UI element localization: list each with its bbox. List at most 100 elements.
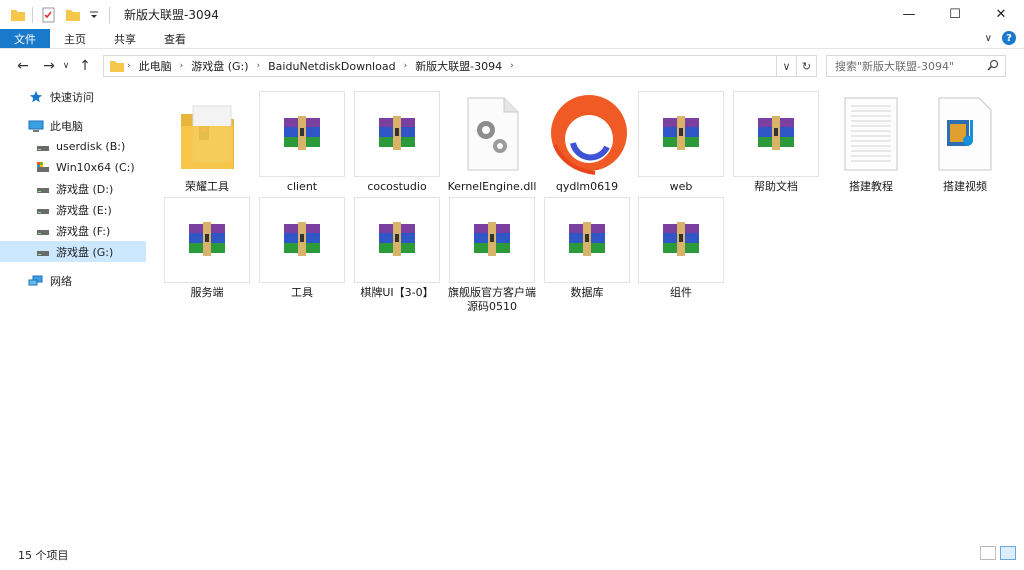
ribbon-tabs: 文件 主页 共享 查看 ∨ ?: [0, 29, 1024, 49]
file-name: 工具: [291, 286, 313, 299]
breadcrumb-this-pc[interactable]: 此电脑: [139, 58, 172, 74]
winrar-archive-icon: [449, 197, 535, 283]
winrar-archive-icon: [733, 91, 819, 177]
file-name: 帮助文档: [754, 180, 798, 193]
file-item-client[interactable]: client: [255, 91, 349, 194]
up-button[interactable]: ↑: [74, 55, 96, 77]
system-drive-icon: [36, 161, 50, 174]
sidebar-item-userdisk-b[interactable]: userdisk (B:): [0, 136, 148, 157]
winrar-archive-icon: [164, 197, 250, 283]
file-item-server[interactable]: 服务端: [160, 197, 254, 300]
new-folder-icon[interactable]: [65, 7, 81, 23]
file-item-setup-tutorial[interactable]: 搭建教程: [824, 91, 918, 194]
sidebar-item-win10x64-c[interactable]: Win10x64 (C:): [0, 157, 148, 178]
folder-icon[interactable]: [10, 7, 26, 23]
file-list: 荣耀工具 client cocostudio KernelEngine.dll …: [148, 86, 1024, 540]
sidebar-item-label: 游戏盘 (F:): [56, 224, 111, 238]
chevron-right-icon[interactable]: ›: [510, 61, 514, 71]
file-name: 荣耀工具: [185, 180, 229, 193]
search-placeholder: 搜索"新版大联盟-3094": [835, 60, 955, 73]
chevron-right-icon[interactable]: ›: [257, 61, 261, 71]
drive-icon: [36, 225, 50, 237]
status-bar: 15 个项目: [0, 540, 1024, 570]
breadcrumb-drive-g[interactable]: 游戏盘 (G:): [191, 58, 248, 74]
properties-icon[interactable]: [41, 7, 57, 23]
app-logo-icon: [544, 91, 630, 177]
navigation-bar: ← → ∨ ↑ › 此电脑 › 游戏盘 (G:) › BaiduNetdiskD…: [0, 52, 1024, 80]
file-item-kernelengine-dll[interactable]: KernelEngine.dll: [445, 91, 539, 194]
computer-icon: [28, 120, 44, 132]
file-item-tools[interactable]: 工具: [255, 197, 349, 300]
file-item-setup-video[interactable]: 搭建视频: [918, 91, 1012, 194]
quick-access-toolbar: [0, 0, 118, 29]
minimize-button[interactable]: —: [886, 0, 932, 29]
tab-home[interactable]: 主页: [50, 29, 100, 48]
back-button[interactable]: ←: [12, 55, 34, 77]
star-icon: [30, 91, 44, 103]
sidebar-item-quick-access[interactable]: 快速访问: [0, 86, 148, 108]
expand-ribbon-icon[interactable]: ∨: [985, 33, 992, 44]
sidebar-item-game-d[interactable]: 游戏盘 (D:): [0, 178, 148, 199]
file-name: client: [286, 180, 318, 193]
sidebar-item-game-f[interactable]: 游戏盘 (F:): [0, 220, 148, 241]
file-item-rongyao-tools[interactable]: 荣耀工具: [160, 91, 254, 194]
large-icons-view-icon[interactable]: [1000, 546, 1016, 560]
chevron-right-icon[interactable]: ›: [127, 61, 131, 71]
file-item-help-docs[interactable]: 帮助文档: [729, 91, 823, 194]
file-item-qydlm0619[interactable]: qydlm0619: [540, 91, 634, 194]
chevron-right-icon[interactable]: ›: [404, 61, 408, 71]
tab-share[interactable]: 共享: [100, 29, 150, 48]
file-item-components[interactable]: 组件: [634, 197, 728, 300]
customize-dropdown-icon[interactable]: [89, 7, 99, 23]
breadcrumb-baidunetdiskdownload[interactable]: BaiduNetdiskDownload: [268, 60, 395, 73]
tab-view[interactable]: 查看: [150, 29, 200, 48]
close-button[interactable]: ✕: [978, 0, 1024, 29]
breadcrumb-current-folder[interactable]: 新版大联盟-3094: [415, 58, 502, 74]
sidebar-item-game-e[interactable]: 游戏盘 (E:): [0, 199, 148, 220]
details-view-icon[interactable]: [980, 546, 996, 560]
search-box[interactable]: 搜索"新版大联盟-3094": [826, 55, 1006, 77]
sidebar-item-label: Win10x64 (C:): [56, 161, 135, 174]
winrar-archive-icon: [259, 197, 345, 283]
sidebar-item-network[interactable]: 网络: [0, 270, 148, 291]
file-name: KernelEngine.dll: [447, 180, 537, 193]
file-name: 搭建教程: [849, 180, 893, 193]
file-item-client-source[interactable]: 旗舰版官方客户端源码0510: [445, 197, 539, 314]
sidebar-item-label: 网络: [50, 274, 72, 288]
view-switcher: [980, 546, 1016, 560]
title-bar: 新版大联盟-3094 — ☐ ✕: [0, 0, 1024, 29]
sidebar-item-label: 此电脑: [50, 119, 83, 133]
file-item-web[interactable]: web: [634, 91, 728, 194]
refresh-icon[interactable]: ↻: [796, 56, 816, 76]
winrar-archive-icon: [638, 197, 724, 283]
maximize-button[interactable]: ☐: [932, 0, 978, 29]
forward-button[interactable]: →: [38, 55, 60, 77]
dll-gear-icon: [449, 91, 535, 177]
file-name: 数据库: [570, 286, 604, 299]
file-name: 组件: [670, 286, 692, 299]
winrar-archive-icon: [544, 197, 630, 283]
folder-icon: [110, 60, 124, 72]
text-document-icon: [828, 91, 914, 177]
file-name: cocostudio: [367, 180, 427, 193]
network-icon: [28, 275, 44, 287]
tab-file[interactable]: 文件: [0, 29, 50, 48]
address-dropdown-icon[interactable]: ∨: [776, 56, 796, 76]
file-name: 旗舰版官方客户端源码0510: [448, 286, 536, 313]
recent-locations-button[interactable]: ∨: [60, 55, 72, 77]
file-item-database[interactable]: 数据库: [540, 197, 634, 300]
file-name: qydlm0619: [555, 180, 619, 193]
search-icon[interactable]: [987, 59, 999, 74]
help-icon[interactable]: ?: [1002, 31, 1016, 45]
file-item-cocostudio[interactable]: cocostudio: [350, 91, 444, 194]
address-bar[interactable]: › 此电脑 › 游戏盘 (G:) › BaiduNetdiskDownload …: [103, 55, 817, 77]
file-item-chess-ui[interactable]: 棋牌UI【3-0】: [350, 197, 444, 300]
sidebar-item-label: 游戏盘 (D:): [56, 182, 114, 196]
chevron-right-icon[interactable]: ›: [180, 61, 184, 71]
sidebar-item-game-g[interactable]: 游戏盘 (G:): [0, 241, 146, 262]
file-name: 搭建视频: [943, 180, 987, 193]
toolbar-divider: [109, 6, 110, 23]
sidebar-item-this-pc[interactable]: 此电脑: [0, 115, 148, 136]
sidebar-item-label: 游戏盘 (G:): [56, 245, 114, 259]
